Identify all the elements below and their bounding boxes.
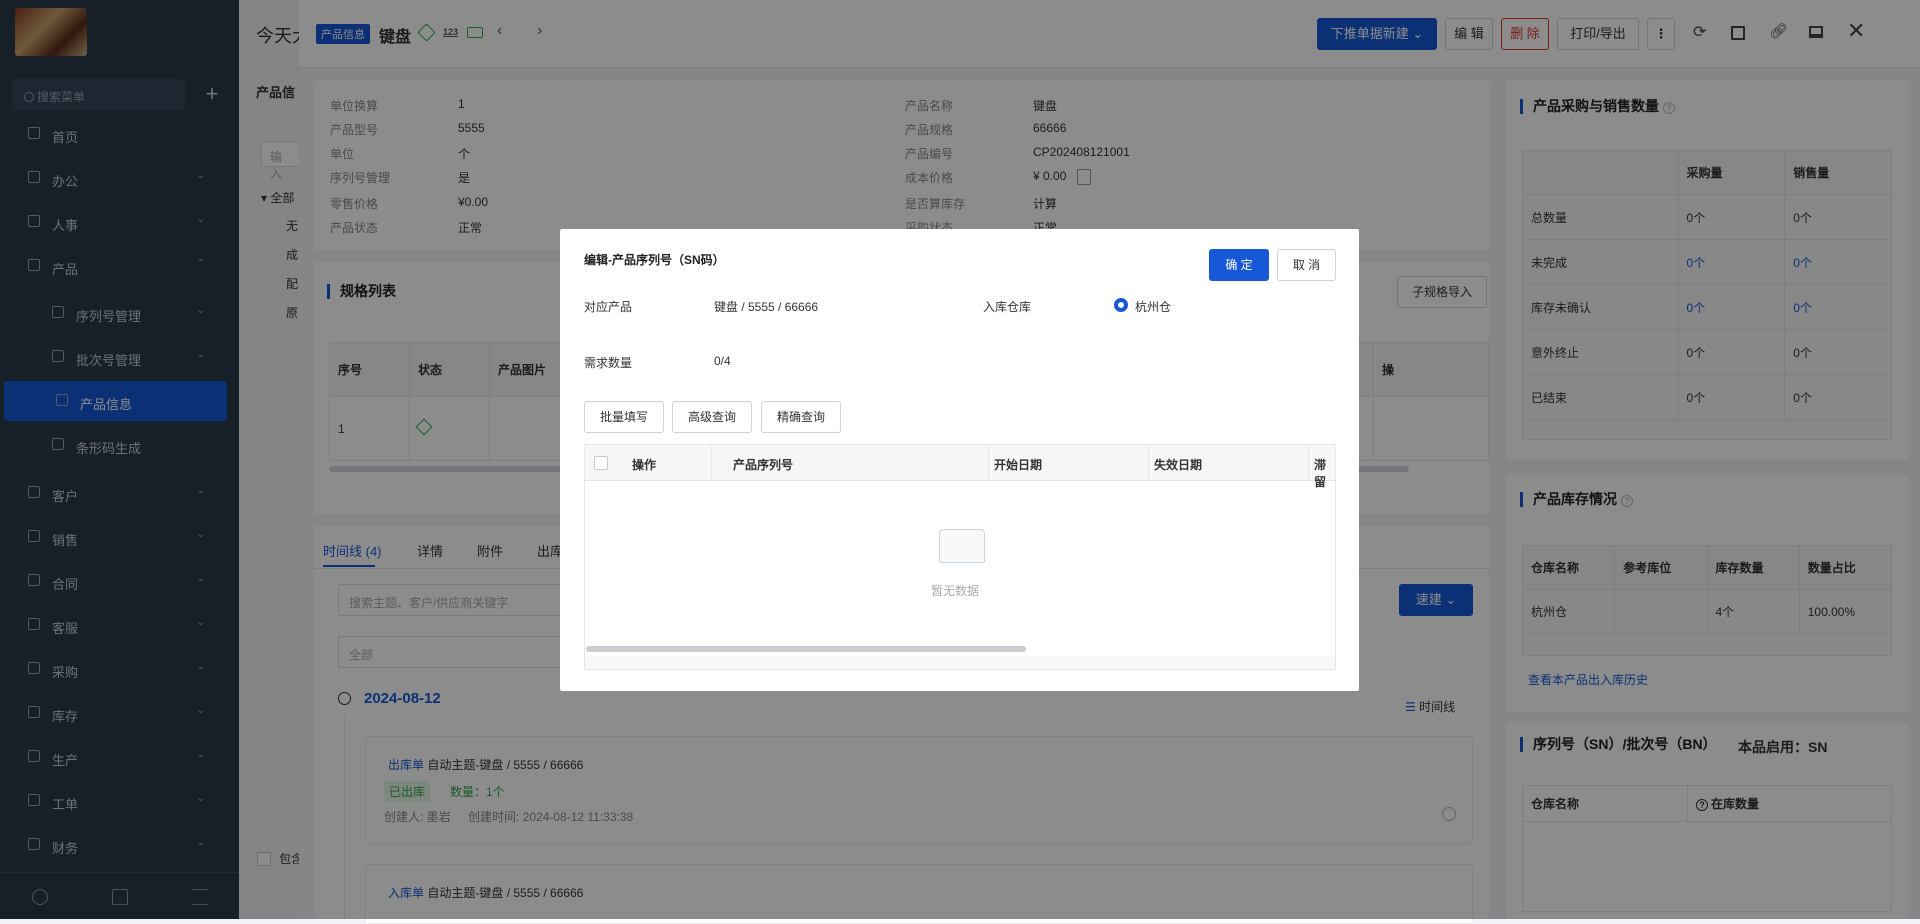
col-divider [1308,445,1309,481]
col-header: 失效日期 [1154,458,1203,472]
warehouse-radio[interactable] [1114,298,1128,312]
batch-fill-button[interactable]: 批量填写 [584,401,664,433]
sn-table-header: 操作 产品序列号 开始日期 失效日期 滞留 [585,445,1335,489]
sn-edit-dialog: 编辑-产品序列号（SN码） 确 定 取 消 对应产品 键盘 / 5555 / 6… [560,229,1359,691]
select-all-checkbox[interactable] [594,456,608,470]
col-header: 产品序列号 [733,458,794,472]
advanced-query-button[interactable]: 高级查询 [672,401,752,433]
col-divider [711,445,712,481]
product-label: 对应产品 [584,300,633,314]
sn-table: 操作 产品序列号 开始日期 失效日期 滞留 暂无数据 [584,444,1336,670]
sn-table-footer [585,656,1335,669]
col-header: 操作 [632,458,657,472]
warehouse-label: 入库仓库 [983,300,1032,314]
qty-label: 需求数量 [584,356,633,370]
horizontal-scrollbar[interactable] [586,646,1026,652]
dialog-title: 编辑-产品序列号（SN码） [584,253,725,267]
empty-text: 暂无数据 [931,584,980,598]
col-divider [1148,445,1149,481]
col-divider [988,445,989,481]
confirm-button[interactable]: 确 定 [1209,249,1269,281]
col-header: 滞留 [1314,458,1327,489]
product-value: 键盘 / 5555 / 66666 [714,300,819,314]
qty-value: 0/4 [714,354,731,368]
warehouse-value[interactable]: 杭州仓 [1135,298,1171,315]
col-header: 开始日期 [994,458,1043,472]
cancel-button[interactable]: 取 消 [1277,249,1336,281]
exact-query-button[interactable]: 精确查询 [761,401,841,433]
empty-inbox-icon [939,529,985,563]
